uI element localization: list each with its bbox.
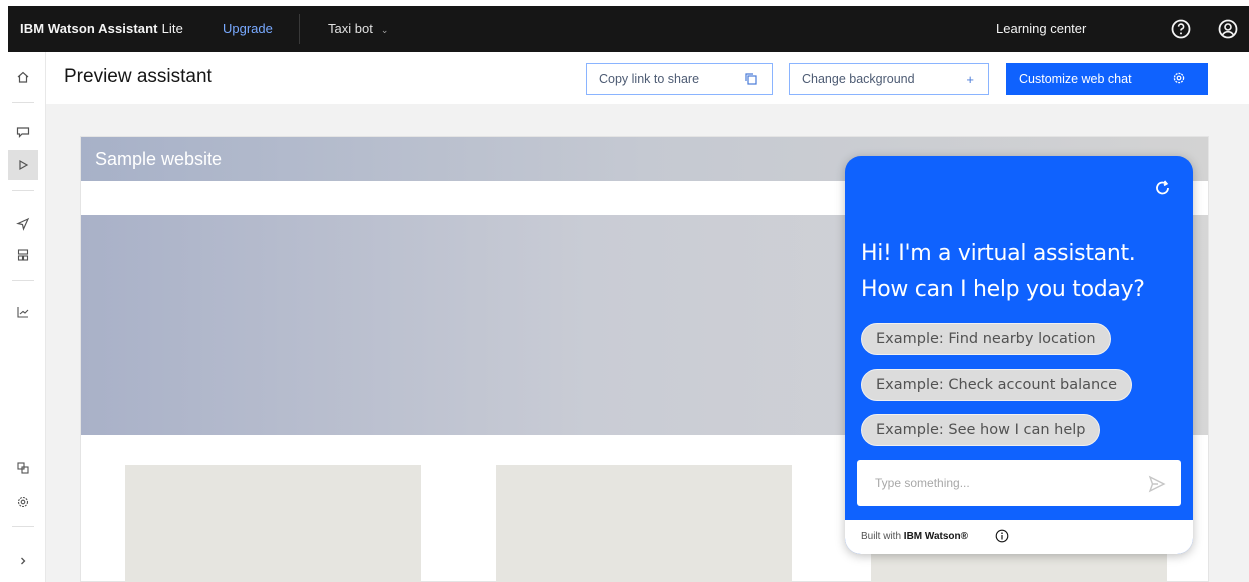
page-title: Preview assistant [64, 66, 212, 87]
web-chat-widget: Hi! I'm a virtual assistant. How can I h… [845, 156, 1193, 554]
nav-preview[interactable] [8, 150, 38, 180]
built-with-prefix: Built with [861, 531, 902, 542]
nav-actions[interactable] [8, 117, 38, 147]
built-with-brand: IBM Watson® [903, 531, 969, 542]
copy-icon [745, 73, 757, 85]
help-icon[interactable] [1170, 18, 1192, 40]
nav-divider [12, 280, 34, 281]
customize-web-chat-button[interactable]: Customize web chat [1006, 63, 1208, 95]
user-avatar-icon[interactable] [1217, 18, 1239, 40]
add-icon: + [966, 72, 974, 87]
nav-divider [12, 102, 34, 103]
built-with-text: Built with IBM Watson® [861, 531, 968, 542]
content-card [496, 465, 792, 582]
plan-tier: Lite [161, 21, 183, 36]
chat-footer: Built with IBM Watson® [845, 520, 1193, 554]
chat-icon [16, 127, 30, 138]
expand-chevron-icon [21, 557, 26, 565]
suggestion-chip[interactable]: Example: Check account balance [861, 369, 1133, 401]
assistant-switcher[interactable]: Taxi bot ⌄ [328, 21, 388, 36]
page-header: Preview assistant Copy link to share Cha… [46, 52, 1249, 104]
environments-icon [17, 249, 29, 261]
header-divider [299, 14, 300, 44]
copy-link-label: Copy link to share [599, 72, 700, 86]
site-title: Sample website [95, 149, 223, 169]
send-icon[interactable] [1147, 474, 1167, 494]
change-background-button[interactable]: Change background + [789, 63, 989, 95]
top-header: IBM Watson Assistant Lite Upgrade Taxi bo… [8, 6, 1249, 52]
nav-divider [12, 190, 34, 191]
publish-icon [16, 217, 30, 231]
settings-icon [17, 496, 29, 508]
home-icon [17, 71, 29, 83]
nav-analyze[interactable] [8, 297, 38, 327]
nav-home[interactable] [8, 62, 38, 92]
suggestion-chip[interactable]: Example: See how I can help [861, 414, 1101, 446]
assistant-name: Taxi bot [328, 21, 373, 36]
customize-label: Customize web chat [1019, 72, 1132, 86]
settings-gear-icon [1173, 72, 1185, 84]
nav-integrations[interactable] [8, 453, 38, 483]
nav-settings[interactable] [8, 487, 38, 517]
chat-message-input[interactable] [857, 460, 1181, 506]
integrations-icon [17, 462, 29, 474]
suggestion-chip[interactable]: Example: Find nearby location [861, 323, 1111, 355]
copy-link-button[interactable]: Copy link to share [586, 63, 773, 95]
restart-icon[interactable] [1151, 176, 1175, 200]
analytics-icon [17, 307, 29, 318]
nav-expand[interactable] [8, 546, 38, 576]
left-nav [0, 52, 46, 582]
preview-play-icon [19, 159, 29, 171]
nav-divider [12, 526, 34, 527]
chevron-down-icon: ⌄ [380, 25, 389, 35]
learning-center-link[interactable]: Learning center [996, 21, 1086, 36]
change-background-label: Change background [802, 72, 915, 86]
content-card [125, 465, 421, 582]
brand-name: IBM Watson Assistant [20, 21, 158, 36]
greeting-message: Hi! I'm a virtual assistant. How can I h… [861, 241, 1145, 302]
upgrade-link[interactable]: Upgrade [223, 21, 273, 36]
product-name[interactable]: IBM Watson Assistant Lite [20, 21, 183, 36]
nav-environments[interactable] [8, 240, 38, 270]
info-icon[interactable] [995, 529, 1009, 543]
nav-publish[interactable] [8, 209, 38, 239]
